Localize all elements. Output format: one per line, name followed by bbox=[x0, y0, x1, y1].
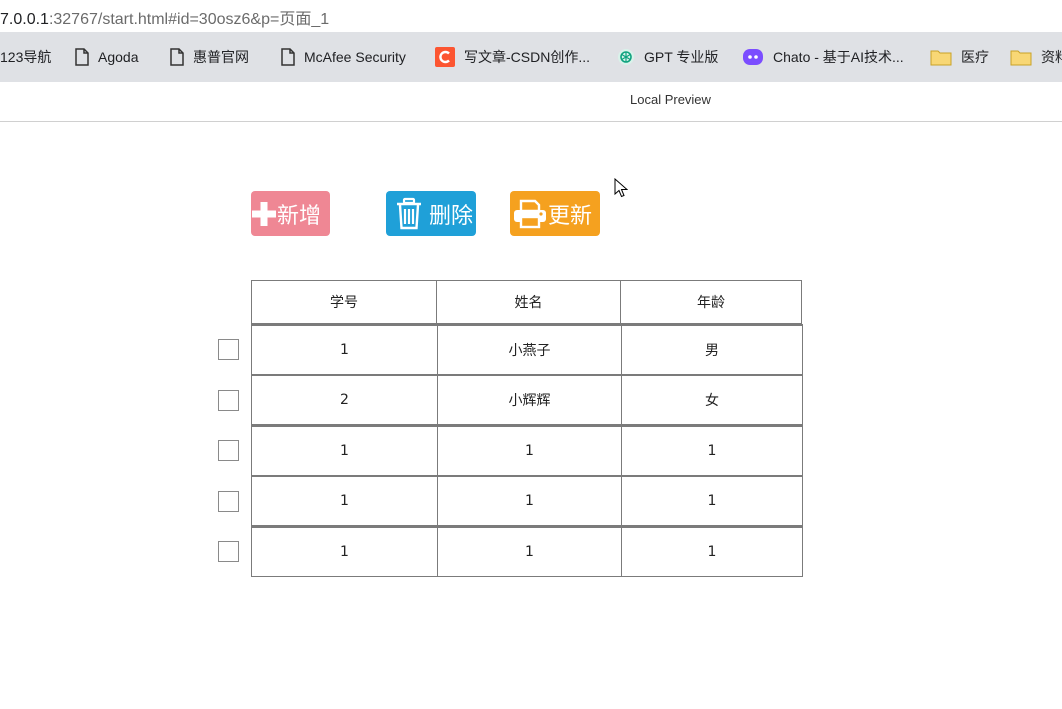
plus-icon bbox=[252, 201, 276, 226]
row-checkbox[interactable] bbox=[218, 440, 239, 461]
row-checkbox[interactable] bbox=[218, 541, 239, 562]
cell-name: 1 bbox=[437, 477, 621, 525]
bookmark-chato[interactable]: Chato - 基于AI技术... bbox=[742, 32, 904, 82]
cell-student-id: 1 bbox=[340, 342, 349, 358]
cell-age: 1 bbox=[621, 427, 802, 475]
address-bar[interactable]: 7.0.0.1:32767/start.html#id=30osz6&p=页面_… bbox=[0, 0, 1062, 32]
page-icon bbox=[170, 48, 184, 66]
folder-icon bbox=[1010, 50, 1032, 66]
mouse-cursor-icon bbox=[614, 178, 628, 198]
openai-icon bbox=[618, 49, 634, 65]
table-row: 1 1 1 bbox=[251, 526, 803, 577]
preview-title: Local Preview bbox=[630, 92, 711, 107]
delete-button-label: 删除 bbox=[429, 203, 474, 229]
url-text[interactable]: 7.0.0.1:32767/start.html#id=30osz6&p=页面_… bbox=[0, 5, 329, 29]
bookmark-folder-resources[interactable]: 资料 bbox=[1010, 32, 1062, 82]
table-row: 2 小辉辉 女 bbox=[251, 374, 803, 425]
trash-icon bbox=[397, 197, 421, 229]
cell-student-id: 1 bbox=[340, 493, 349, 509]
cell-age: 男 bbox=[621, 326, 802, 374]
preview-header: Local Preview bbox=[0, 82, 1062, 122]
cell-student-id: 2 bbox=[340, 392, 349, 408]
table-row: 1 小燕子 男 bbox=[251, 324, 803, 375]
update-button[interactable]: 更新 bbox=[510, 191, 600, 236]
cell-name: 小燕子 bbox=[437, 326, 621, 374]
bookmark-gpt[interactable]: GPT 专业版 bbox=[617, 32, 718, 82]
cell-name: 1 bbox=[437, 427, 621, 475]
bookmark-folder-medical[interactable]: 医疗 bbox=[930, 32, 989, 82]
page-icon bbox=[75, 48, 89, 66]
cell-age: 1 bbox=[621, 528, 802, 576]
update-button-label: 更新 bbox=[548, 203, 593, 229]
cell-age: 1 bbox=[621, 477, 802, 525]
row-checkbox[interactable] bbox=[218, 390, 239, 411]
add-button-label: 新增 bbox=[277, 203, 322, 229]
table-header: 学号 姓名 年龄 bbox=[251, 280, 802, 324]
row-checkbox[interactable] bbox=[218, 339, 239, 360]
table-row: 1 1 1 bbox=[251, 425, 803, 476]
cell-student-id: 1 bbox=[340, 544, 349, 560]
folder-icon bbox=[930, 50, 952, 66]
add-button[interactable]: 新增 bbox=[251, 191, 330, 236]
cell-age: 女 bbox=[621, 376, 802, 424]
column-header-name: 姓名 bbox=[436, 281, 620, 323]
printer-icon bbox=[514, 199, 546, 228]
page-icon bbox=[281, 48, 295, 66]
bookmarks-bar: 123导航 Agoda 惠普官网 McAfee Security 写文章-CSD… bbox=[0, 32, 1062, 82]
bookmark-mcafee[interactable]: McAfee Security bbox=[281, 32, 406, 82]
bookmark-agoda[interactable]: Agoda bbox=[75, 32, 138, 82]
bookmark-csdn[interactable]: 写文章-CSDN创作... bbox=[435, 32, 590, 82]
cell-student-id: 1 bbox=[340, 443, 349, 459]
cell-name: 1 bbox=[437, 528, 621, 576]
table-row: 1 1 1 bbox=[251, 475, 803, 526]
column-header-student-id: 学号 bbox=[330, 295, 358, 311]
bookmark-123-nav[interactable]: 123导航 bbox=[0, 32, 51, 82]
cell-name: 小辉辉 bbox=[437, 376, 621, 424]
bookmark-hp[interactable]: 惠普官网 bbox=[170, 32, 249, 82]
csdn-icon bbox=[435, 47, 455, 67]
column-header-age: 年龄 bbox=[620, 281, 801, 323]
row-checkbox[interactable] bbox=[218, 491, 239, 512]
chato-icon bbox=[743, 49, 763, 65]
delete-button[interactable]: 删除 bbox=[386, 191, 476, 236]
